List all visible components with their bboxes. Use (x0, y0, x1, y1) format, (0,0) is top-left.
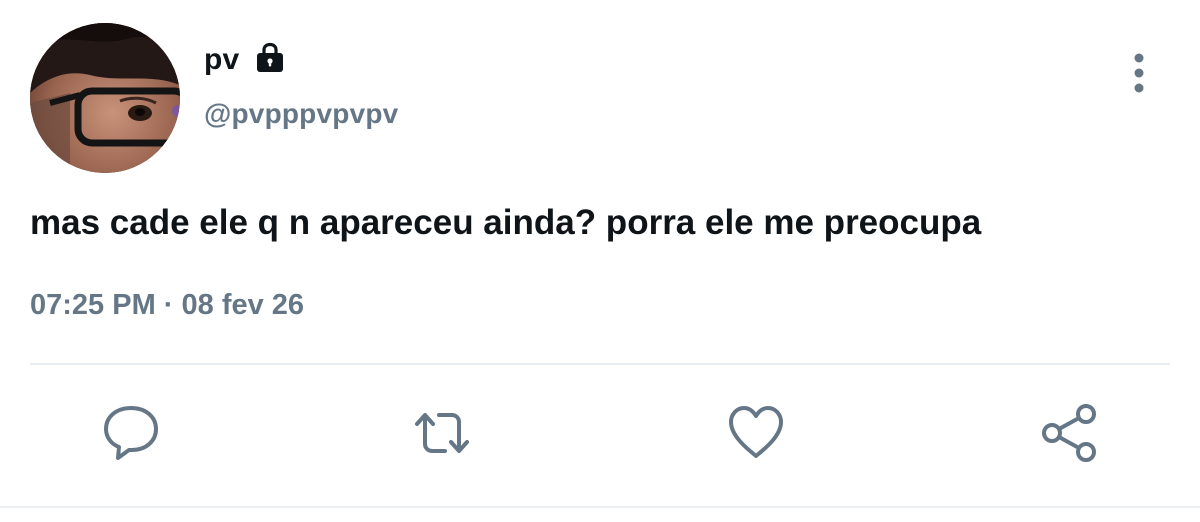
reply-button[interactable] (98, 400, 164, 466)
tweet-card: pv @pvpppvpvpv mas cade ele q n apareceu… (0, 0, 1200, 522)
heart-icon (729, 406, 783, 458)
bottom-divider (0, 506, 1200, 508)
lock-icon (253, 41, 287, 75)
retweet-icon (415, 413, 469, 453)
tweet-text: mas cade ele q n apareceu ainda? porra e… (30, 203, 982, 242)
share-button[interactable] (1037, 400, 1103, 466)
divider (30, 363, 1170, 365)
like-button[interactable] (723, 400, 789, 466)
retweet-button[interactable] (409, 400, 475, 466)
tweet-timestamp[interactable]: 07:25 PM · 08 fev 26 (30, 285, 304, 325)
reply-icon (104, 406, 158, 460)
user-handle[interactable]: @pvpppvpvpv (204, 96, 398, 132)
display-name[interactable]: pv (204, 40, 239, 80)
avatar[interactable] (30, 23, 180, 173)
share-icon (1042, 404, 1096, 462)
more-vertical-icon[interactable] (1124, 50, 1154, 96)
